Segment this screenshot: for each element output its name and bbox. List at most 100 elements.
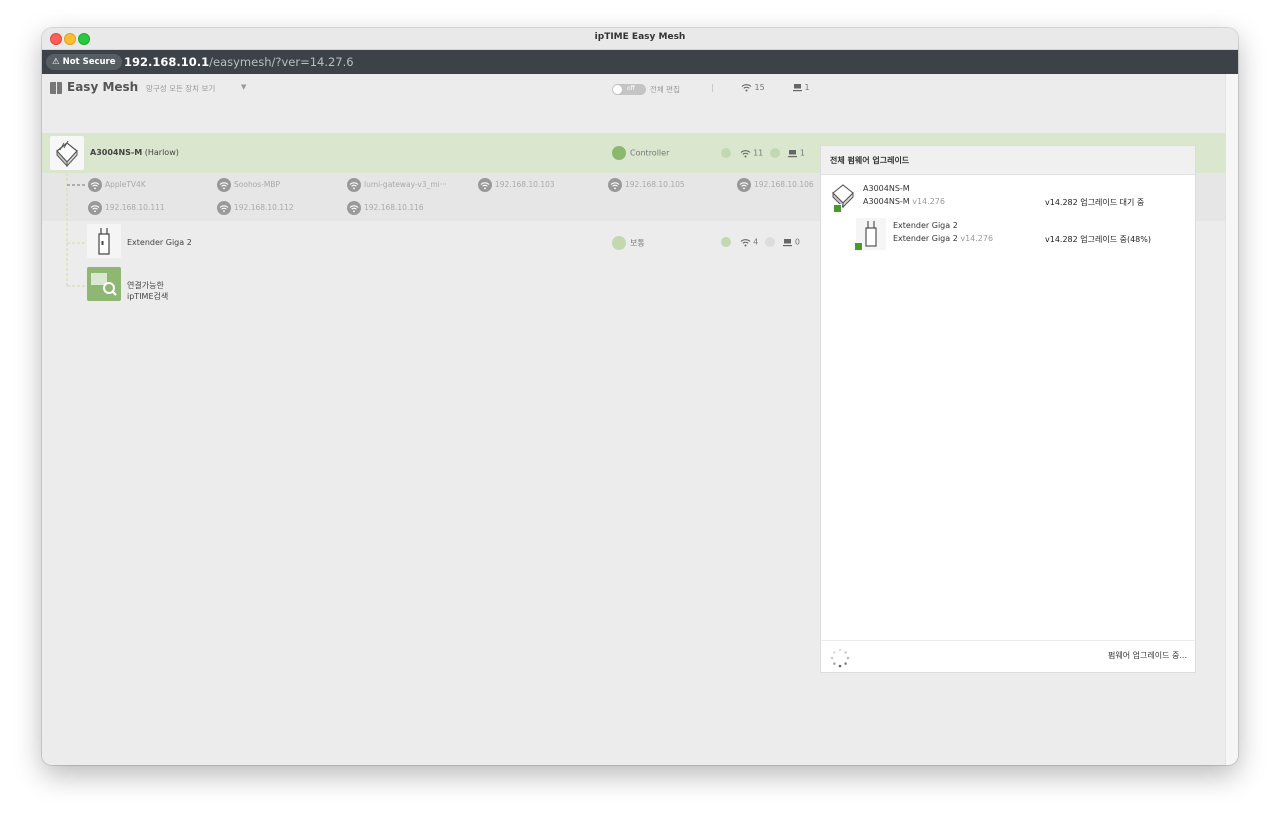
chevron-down-icon[interactable] [764, 237, 775, 247]
client-name: 192.168.10.106 [754, 180, 814, 189]
extender-wired-count: 0 [794, 237, 800, 247]
download-icon [854, 242, 863, 251]
controller-wifi-count: 11 [753, 148, 764, 158]
search-device-icon [91, 273, 117, 296]
fw-item-model-row: Extender Giga 2 v14.276 [893, 234, 994, 243]
not-secure-badge[interactable]: ⚠ Not Secure [46, 54, 122, 70]
panel-footer: 펌웨어 업그레이드 중... [821, 640, 1195, 673]
extender-firmware-thumb [854, 218, 886, 251]
extender-wifi-count: 4 [753, 237, 759, 247]
page-scrollbar[interactable] [1225, 74, 1238, 765]
wifi-icon [740, 149, 750, 157]
fw-item-status: v14.282 업그레이드 중(48%) [1045, 235, 1151, 244]
loading-spinner-icon [830, 648, 850, 668]
total-wifi-count: 15 [754, 83, 765, 92]
wifi-client-icon [88, 178, 102, 192]
extender-signal-label: 보통 [630, 238, 645, 248]
client-item[interactable]: AppleTV4K [88, 178, 146, 192]
upgrade-progress-text: 펌웨어 업그레이드 중... [1108, 651, 1187, 660]
signal-strength-icon [612, 236, 626, 250]
controller-device-thumbnail[interactable] [50, 136, 84, 170]
extender-icon [98, 228, 110, 255]
wifi-icon [740, 238, 750, 246]
wifi-client-icon [217, 178, 231, 192]
download-icon [833, 204, 842, 213]
client-name: 192.168.10.112 [234, 203, 294, 212]
client-name: lumi-gateway-v3_mi··· [364, 180, 447, 189]
client-name: AppleTV4K [105, 180, 146, 189]
view-filter-select[interactable]: 망구성 모든 장치 보기 [146, 83, 215, 94]
app-title: Easy Mesh [67, 80, 139, 94]
wifi-client-icon [478, 178, 492, 192]
client-item[interactable]: lumi-gateway-v3_mi··· [347, 178, 447, 192]
monitor-icon [788, 149, 798, 157]
router-firmware-thumb [830, 181, 856, 213]
controller-stats: 11 1 [721, 148, 805, 158]
wifi-client-icon [608, 178, 622, 192]
wifi-client-icon [88, 201, 102, 215]
client-item[interactable]: 192.168.10.105 [608, 178, 685, 192]
toolbar-separator: | [136, 83, 139, 92]
controller-name[interactable]: A3004NS-M (Harlow) [90, 148, 179, 157]
search-label-line2: ipTIME검색 [127, 292, 169, 301]
search-iptime-label[interactable]: 연결가능한 ipTIME검색 [127, 280, 168, 302]
search-label-line1: 연결가능한 [127, 281, 164, 290]
wifi-client-icon [347, 201, 361, 215]
client-item[interactable]: 192.168.10.106 [737, 178, 814, 192]
url-path: /easymesh/?ver=14.27.6 [209, 55, 354, 69]
search-iptime-button[interactable] [87, 267, 121, 301]
easymesh-logo-icon [50, 82, 62, 94]
easymesh-content: Easy Mesh | 망구성 모든 장치 보기 ▼ off 전체 편집 | 1… [42, 74, 1226, 765]
toggle-state-label: off [627, 85, 635, 92]
panel-title: 전체 펌웨어 업그레이드 [830, 156, 910, 165]
monitor-icon [793, 84, 802, 92]
wifi-client-icon [347, 178, 361, 192]
address-bar[interactable]: ⚠ Not Secure 192.168.10.1/easymesh/?ver=… [42, 50, 1238, 74]
client-name: Soohos-MBP [234, 180, 281, 189]
monitor-icon [783, 238, 793, 246]
client-name: 192.168.10.103 [495, 180, 555, 189]
easymesh-toolbar: Easy Mesh | 망구성 모든 장치 보기 ▼ off 전체 편집 | 1… [42, 74, 1226, 104]
controller-role: Controller [612, 146, 669, 160]
controller-role-icon [612, 146, 626, 160]
router-icon [56, 140, 78, 168]
client-item[interactable]: Soohos-MBP [217, 178, 280, 192]
warning-icon: ⚠ [52, 57, 60, 67]
client-item[interactable]: 192.168.10.116 [347, 201, 424, 215]
client-item[interactable]: 192.168.10.103 [478, 178, 555, 192]
chevron-down-icon[interactable] [721, 237, 731, 247]
wifi-client-icon [217, 201, 231, 215]
client-item[interactable]: 192.168.10.111 [88, 201, 165, 215]
client-name: 192.168.10.105 [625, 180, 685, 189]
wifi-icon [741, 84, 752, 92]
toggle-knob [613, 85, 622, 94]
total-wired-count: 1 [804, 83, 810, 92]
window-title: ipTIME Easy Mesh [594, 32, 686, 42]
url-text[interactable]: 192.168.10.1/easymesh/?ver=14.27.6 [124, 55, 354, 69]
fw-item-model-row: A3004NS-M v14.276 [863, 197, 945, 206]
url-host: 192.168.10.1 [124, 55, 210, 69]
controller-role-label: Controller [630, 148, 670, 158]
client-name: 192.168.10.116 [364, 203, 424, 212]
panel-header: 전체 펌웨어 업그레이드 [821, 146, 1195, 175]
total-wired-stat: 1 [793, 83, 810, 92]
extender-device-thumbnail[interactable] [87, 224, 121, 258]
chevron-down-icon[interactable]: ▼ [241, 83, 246, 91]
title-bar: ipTIME Easy Mesh [42, 28, 1238, 50]
edit-all-label: 전체 편집 [650, 85, 680, 94]
client-name: 192.168.10.111 [105, 203, 165, 212]
fw-item-title: Extender Giga 2 [893, 221, 958, 230]
wifi-client-icon [737, 178, 751, 192]
edit-all-toggle[interactable]: off [612, 84, 646, 95]
toolbar-divider: | [711, 83, 714, 92]
fw-item-title: A3004NS-M [863, 184, 910, 193]
extender-name[interactable]: Extender Giga 2 [127, 238, 192, 247]
chevron-up-icon[interactable] [721, 148, 731, 158]
total-wifi-stat: 15 [741, 83, 765, 92]
not-secure-label: Not Secure [62, 57, 116, 67]
chevron-down-icon[interactable] [769, 148, 780, 158]
client-item[interactable]: 192.168.10.112 [217, 201, 294, 215]
fw-item-status: v14.282 업그레이드 대기 중 [1045, 198, 1145, 207]
extender-stats: 4 0 [721, 237, 800, 247]
firmware-upgrade-panel: 전체 펌웨어 업그레이드 A3004NS-M A3004NS-M v14.276… [820, 145, 1196, 673]
